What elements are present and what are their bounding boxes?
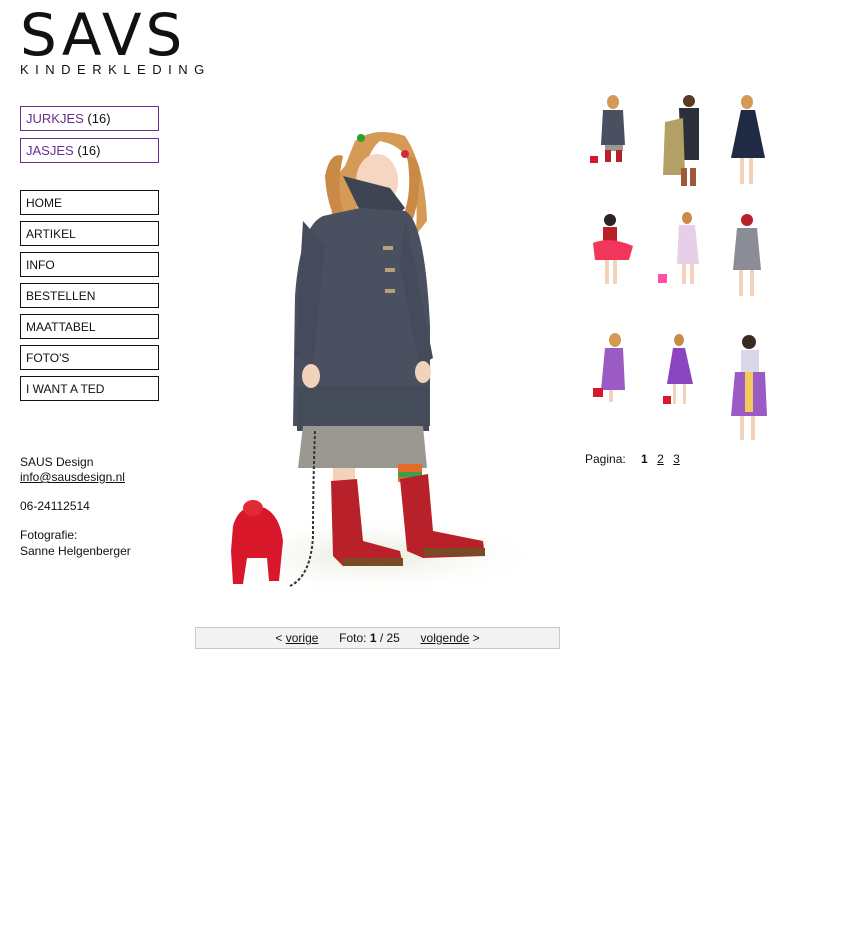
contact-email-link[interactable]: info@sausdesign.nl bbox=[20, 470, 125, 484]
nav-artikel[interactable]: ARTIKEL bbox=[20, 221, 159, 246]
pagination-current: 1 bbox=[641, 452, 648, 466]
photo-credit-name: Sanne Helgenberger bbox=[20, 544, 131, 558]
logo-wordmark: SAVS bbox=[20, 1, 187, 69]
category-label: JASJES bbox=[26, 143, 74, 158]
thumbnail-6[interactable] bbox=[725, 208, 785, 313]
nav-maattabel[interactable]: MAATTABEL bbox=[20, 314, 159, 339]
pagination-page-3[interactable]: 3 bbox=[673, 452, 680, 466]
category-count: (16) bbox=[87, 111, 111, 126]
main-photo bbox=[195, 96, 560, 606]
category-count: (16) bbox=[77, 143, 101, 158]
logo-tagline: KINDERKLEDING bbox=[20, 62, 211, 77]
nav-i-want-a-ted[interactable]: I WANT A TED bbox=[20, 376, 159, 401]
thumbnail-3[interactable] bbox=[725, 90, 785, 195]
prev-arrow: < bbox=[275, 631, 283, 645]
category-label: JURKJES bbox=[26, 111, 84, 126]
next-arrow: > bbox=[472, 631, 480, 645]
pagination-page-2[interactable]: 2 bbox=[657, 452, 664, 466]
prev-link[interactable]: vorige bbox=[286, 631, 319, 645]
nav-home[interactable]: HOME bbox=[20, 190, 159, 215]
pagination-label: Pagina: bbox=[585, 452, 626, 466]
thumbnail-2[interactable] bbox=[655, 90, 715, 195]
foto-label: Foto: bbox=[339, 631, 367, 645]
photo-credit-label: Fotografie: bbox=[20, 528, 78, 542]
nav-bestellen[interactable]: BESTELLEN bbox=[20, 283, 159, 308]
thumbnail-7[interactable] bbox=[585, 330, 645, 435]
category-jurkjes[interactable]: JURKJES (16) bbox=[20, 106, 159, 131]
contact-company: SAUS Design bbox=[20, 455, 94, 469]
thumbnail-4[interactable] bbox=[585, 208, 645, 313]
next-link[interactable]: volgende bbox=[421, 631, 470, 645]
thumbnail-5[interactable] bbox=[655, 208, 715, 313]
foto-current: 1 bbox=[369, 631, 377, 645]
thumbnail-pagination: Pagina: 1 2 3 bbox=[585, 452, 680, 466]
foto-total: / 25 bbox=[379, 631, 400, 645]
nav-info[interactable]: INFO bbox=[20, 252, 159, 277]
site-logo[interactable]: SAVS KINDERKLEDING bbox=[20, 1, 220, 78]
thumbnail-9[interactable] bbox=[725, 330, 785, 440]
category-jasjes[interactable]: JASJES (16) bbox=[20, 138, 159, 163]
nav-fotos[interactable]: FOTO'S bbox=[20, 345, 159, 370]
thumbnail-1[interactable] bbox=[585, 90, 645, 195]
thumbnail-8[interactable] bbox=[655, 330, 715, 435]
photo-pager: < vorige Foto: 1 / 25 volgende > bbox=[195, 627, 560, 649]
contact-phone: 06-24112514 bbox=[20, 499, 90, 513]
